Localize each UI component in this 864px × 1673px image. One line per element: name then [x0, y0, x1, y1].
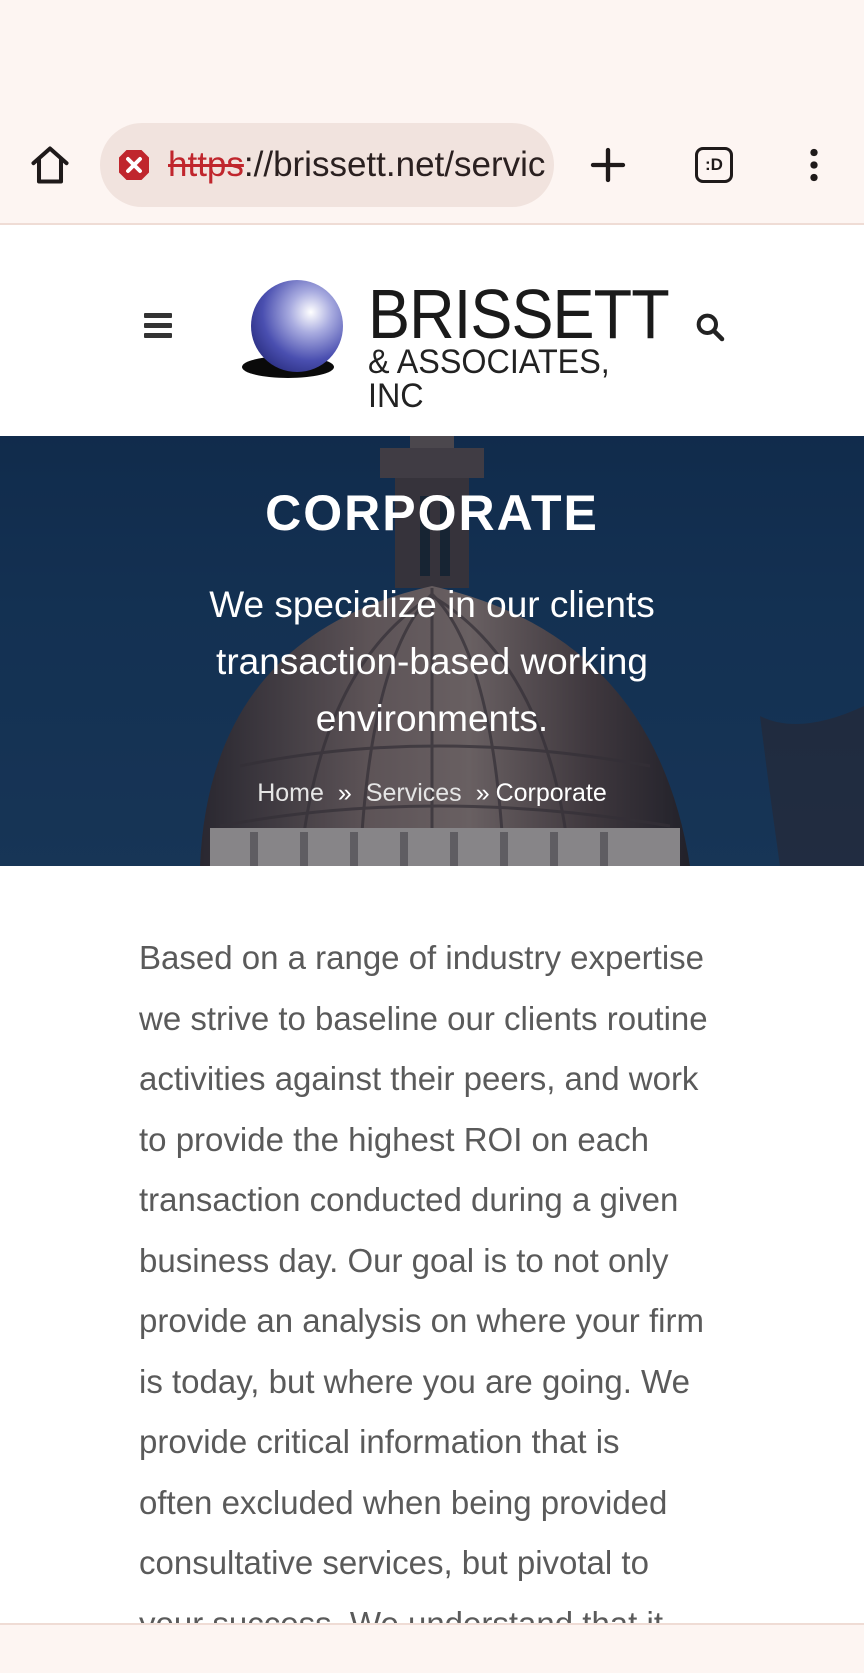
- breadcrumb-separator: »: [337, 779, 352, 807]
- brissett-logo[interactable]: BRISSETT & ASSOCIATES, INC: [240, 277, 670, 413]
- url-text[interactable]: https://brissett.net/servic: [168, 145, 545, 185]
- breadcrumb-current: Corporate: [495, 779, 607, 807]
- plus-icon: [590, 147, 626, 183]
- url-rest: ://brissett.net/servic: [243, 145, 546, 184]
- bottom-bar: [0, 1623, 864, 1673]
- site-header: BRISSETT & ASSOCIATES, INC: [0, 227, 864, 436]
- more-vertical-icon: [810, 148, 818, 182]
- search-icon: [696, 313, 725, 342]
- main-paragraph: Based on a range of industry expertise w…: [139, 939, 708, 1642]
- logo-sphere-icon: [242, 280, 343, 378]
- address-bar[interactable]: https://brissett.net/servic: [100, 123, 554, 207]
- browser-menu-button[interactable]: [786, 137, 842, 193]
- logo-subtitle: & ASSOCIATES, INC: [368, 343, 610, 415]
- tab-count: :D: [705, 155, 723, 174]
- new-tab-button[interactable]: [580, 137, 636, 193]
- hamburger-menu-icon[interactable]: [144, 313, 174, 339]
- page-title: CORPORATE: [265, 485, 599, 541]
- status-bar: [0, 0, 864, 112]
- search-button[interactable]: [694, 311, 728, 345]
- url-scheme: https: [168, 145, 244, 184]
- breadcrumb: Home» Services» Corporate: [0, 779, 864, 808]
- home-icon: [31, 146, 69, 184]
- insecure-warning-icon[interactable]: [116, 147, 152, 183]
- tab-switcher-button[interactable]: :D: [686, 137, 742, 193]
- logo-wordmark: BRISSETT: [368, 275, 670, 353]
- browser-toolbar: https://brissett.net/servic :D: [0, 112, 864, 225]
- page-hero: CORPORATE We specialize in our clients t…: [0, 436, 864, 866]
- page-subtitle: We specialize in our clients transaction…: [209, 584, 655, 739]
- tab-switcher-icon: :D: [695, 147, 733, 183]
- home-button[interactable]: [22, 137, 78, 193]
- breadcrumb-home-link[interactable]: Home: [257, 779, 324, 807]
- breadcrumb-services-link[interactable]: Services: [366, 779, 462, 807]
- breadcrumb-separator: »: [475, 779, 490, 807]
